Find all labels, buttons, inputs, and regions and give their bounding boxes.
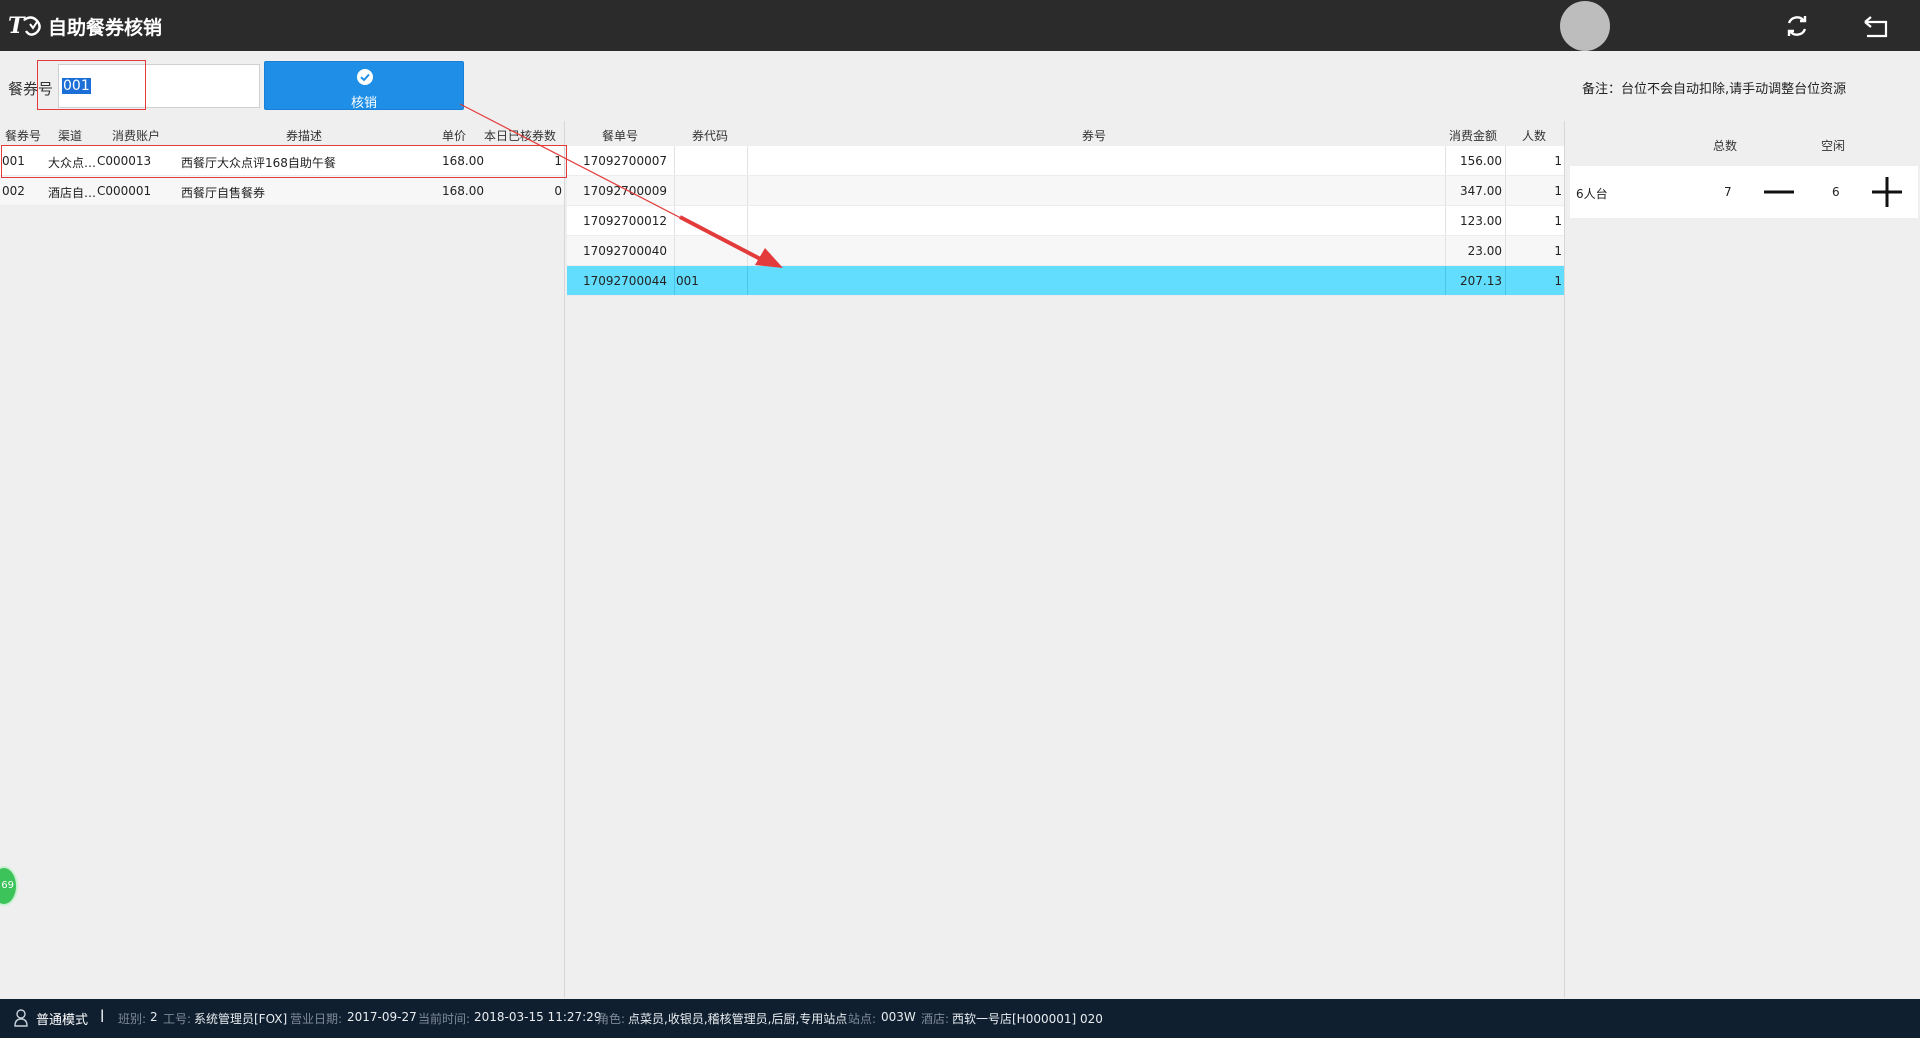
col-header: 券代码 [692, 129, 729, 143]
table-row[interactable]: 001 大众点… C000013 西餐厅大众点评168自助午餐 168.00 1 [0, 146, 564, 176]
col-header: 餐券号 [5, 129, 42, 143]
resource-name: 6人台 [1576, 187, 1608, 201]
redeem-button-label: 核销 [350, 96, 377, 111]
cell: 1 [1554, 154, 1562, 168]
cell: 1 [1554, 184, 1562, 198]
cell: 17092700044 [583, 274, 667, 288]
cell: 207.13 [1460, 274, 1502, 288]
svg-text:T: T [8, 13, 26, 38]
cell: 347.00 [1460, 184, 1502, 198]
plus-icon[interactable] [1870, 175, 1904, 209]
table-row-selected[interactable]: 17092700044 001 207.13 1 [567, 266, 1564, 296]
col-header: 本日已核券数 [484, 129, 557, 143]
avatar[interactable] [1560, 1, 1610, 51]
col-header: 券描述 [286, 129, 323, 143]
cell: 156.00 [1460, 154, 1502, 168]
minus-icon[interactable] [1762, 175, 1796, 209]
resource-row: 6人台 7 6 [1570, 166, 1918, 218]
cell: 1 [1554, 274, 1562, 288]
table-row[interactable]: 17092700040 23.00 1 [567, 236, 1564, 266]
ticket-label: 餐券号 [8, 80, 54, 98]
col-header: 总数 [1713, 139, 1738, 153]
status-bar: 普通模式 | 班别: 2 工号: 系统管理员[FOX] 营业日期: 2017-0… [0, 999, 1920, 1038]
table-row[interactable]: 17092700009 347.00 1 [567, 176, 1564, 206]
cell: 17092700009 [583, 184, 667, 198]
cell: 1 [1554, 214, 1562, 228]
staff-label: 工号: [163, 1012, 192, 1026]
cell: 1 [554, 154, 562, 168]
bizdate-value: 2017-09-27 [347, 1010, 417, 1024]
table-header: 餐单号 券代码 券号 消费金额 人数 [567, 121, 1564, 146]
col-header: 人数 [1522, 129, 1547, 143]
resource-total: 7 [1724, 185, 1732, 199]
col-header: 单价 [442, 129, 467, 143]
logo-icon: T [8, 13, 41, 38]
voucher-table: 餐券号 渠道 消费账户 券描述 单价 本日已核券数 001 大众点… C0000… [0, 121, 565, 998]
cell: 168.00 [442, 184, 484, 198]
col-header: 券号 [1082, 129, 1107, 143]
col-header: 渠道 [58, 129, 83, 143]
col-header: 消费金额 [1449, 129, 1498, 143]
app-title: 自助餐券核销 [48, 17, 163, 39]
cell: 西餐厅自售餐券 [181, 186, 266, 200]
separator: | [100, 1008, 105, 1022]
cell: C000013 [97, 154, 152, 168]
role-label: 角色: [597, 1012, 626, 1026]
cell: 17092700040 [583, 244, 667, 258]
resource-free: 6 [1832, 185, 1840, 199]
refresh-icon[interactable] [1783, 12, 1811, 40]
check-icon [357, 69, 373, 85]
redeem-button[interactable]: 核销 [264, 61, 464, 111]
table-row[interactable]: 17092700007 156.00 1 [567, 146, 1564, 176]
hotel-value: 西软一号店[H000001] 020 [952, 1012, 1103, 1026]
col-header: 空闲 [1821, 139, 1846, 153]
cell: 001 [2, 154, 25, 168]
cell: 002 [2, 184, 25, 198]
time-label: 当前时间: [418, 1012, 471, 1026]
time-value: 2018-03-15 11:27:29 [474, 1010, 602, 1024]
cell: 23.00 [1467, 244, 1502, 258]
hotel-label: 酒店: [921, 1012, 950, 1026]
shift-label: 班别: [118, 1012, 147, 1026]
cell: C000001 [97, 184, 152, 198]
cell: 0 [554, 184, 562, 198]
table-resource-panel: 总数 空闲 6人台 7 6 [1568, 121, 1920, 998]
title-bar: T 自助餐券核销 [0, 0, 1920, 51]
note-text: 备注：台位不会自动扣除,请手动调整台位资源 [1582, 82, 1847, 97]
back-icon[interactable] [1862, 12, 1890, 40]
table-row[interactable]: 17092700012 123.00 1 [567, 206, 1564, 236]
ticket-input-value: 001 [62, 78, 91, 94]
order-table: 餐单号 券代码 券号 消费金额 人数 17092700007 156.00 1 … [567, 121, 1565, 998]
table-row[interactable]: 002 酒店自… C000001 西餐厅自售餐券 168.00 0 [0, 176, 564, 206]
cell: 17092700012 [583, 214, 667, 228]
col-header: 餐单号 [602, 129, 639, 143]
shift-value: 2 [150, 1010, 158, 1024]
cell: 168.00 [442, 154, 484, 168]
station-value: 003W [881, 1010, 916, 1024]
ticket-input[interactable]: 001 [58, 64, 260, 108]
table-header: 餐券号 渠道 消费账户 券描述 单价 本日已核券数 [0, 121, 564, 146]
user-icon [14, 1009, 28, 1027]
cell: 酒店自… [48, 186, 97, 200]
role-value: 点菜员,收银员,稽核管理员,后厨,专用站点 [628, 1012, 848, 1026]
cell: 大众点… [48, 156, 97, 170]
station-label: 站点: [848, 1012, 877, 1026]
bizdate-label: 营业日期: [290, 1012, 343, 1026]
cell: 17092700007 [583, 154, 667, 168]
cell: 001 [676, 274, 699, 288]
mode-label: 普通模式 [36, 1013, 89, 1028]
cell: 西餐厅大众点评168自助午餐 [181, 156, 336, 170]
col-header: 消费账户 [112, 129, 161, 143]
staff-value: 系统管理员[FOX] [194, 1012, 288, 1026]
cell: 1 [1554, 244, 1562, 258]
cell: 123.00 [1460, 214, 1502, 228]
